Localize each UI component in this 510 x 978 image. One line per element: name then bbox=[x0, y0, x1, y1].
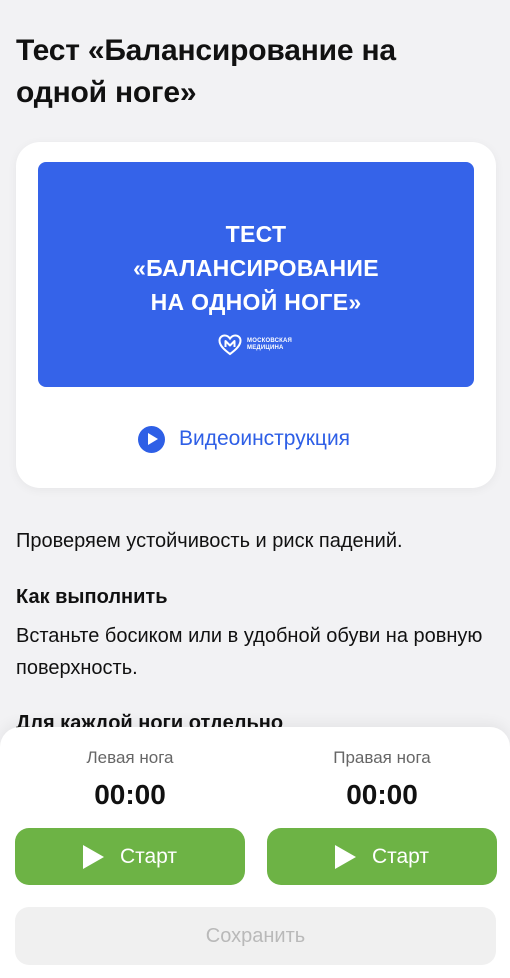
right-leg-timer: Правая нога 00:00 bbox=[267, 747, 497, 812]
right-start-button[interactable]: Старт bbox=[267, 828, 497, 885]
video-preview[interactable]: ТЕСТ «БАЛАНСИРОВАНИЕ НА ОДНОЙ НОГЕ» МОСК… bbox=[38, 162, 474, 387]
right-leg-time: 00:00 bbox=[346, 779, 418, 810]
moscow-medicine-logo: МОСКОВСКАЯ МЕДИЦИНА bbox=[218, 330, 292, 360]
left-start-button[interactable]: Старт bbox=[15, 828, 245, 885]
start-label: Старт bbox=[119, 844, 178, 868]
play-icon bbox=[82, 844, 104, 869]
logo-text: МОСКОВСКАЯ МЕДИЦИНА bbox=[247, 338, 292, 352]
right-leg-label: Правая нога bbox=[333, 748, 431, 767]
page-title: Тест «Балансирование на одной ноге» bbox=[16, 34, 396, 109]
left-leg-timer: Левая нога 00:00 bbox=[15, 747, 245, 812]
banner-title: ТЕСТ «БАЛАНСИРОВАНИЕ НА ОДНОЙ НОГЕ» bbox=[38, 217, 474, 319]
banner-line: ТЕСТ bbox=[225, 221, 287, 247]
video-card: ТЕСТ «БАЛАНСИРОВАНИЕ НА ОДНОЙ НОГЕ» МОСК… bbox=[16, 142, 496, 488]
play-icon bbox=[334, 844, 356, 869]
test-description: Проверяем устойчивость и риск падений. bbox=[16, 530, 403, 552]
save-button[interactable]: Сохранить bbox=[15, 907, 496, 965]
logo-line: МЕДИЦИНА bbox=[247, 345, 284, 351]
play-circle-icon bbox=[138, 425, 165, 453]
start-label: Старт bbox=[371, 844, 430, 868]
banner-line: «БАЛАНСИРОВАНИЕ bbox=[133, 255, 379, 281]
video-instruction-label: Видеоинструкция bbox=[179, 427, 351, 450]
video-instruction-link[interactable]: Видеоинструкция bbox=[138, 424, 350, 454]
screen: Тест «Балансирование на одной ноге» ТЕСТ… bbox=[0, 0, 510, 978]
how-to-title: Как выполнить bbox=[16, 586, 168, 608]
banner-line: НА ОДНОЙ НОГЕ» bbox=[150, 289, 362, 315]
logo-line: МОСКОВСКАЯ bbox=[247, 338, 293, 344]
timer-panel: Левая нога 00:00 Правая нога 00:00 Старт… bbox=[0, 727, 510, 978]
left-leg-time: 00:00 bbox=[94, 779, 166, 810]
left-leg-label: Левая нога bbox=[86, 748, 174, 767]
heart-logo-icon bbox=[218, 334, 242, 356]
how-to-text: Встаньте босиком или в удобной обуви на … bbox=[16, 625, 483, 679]
